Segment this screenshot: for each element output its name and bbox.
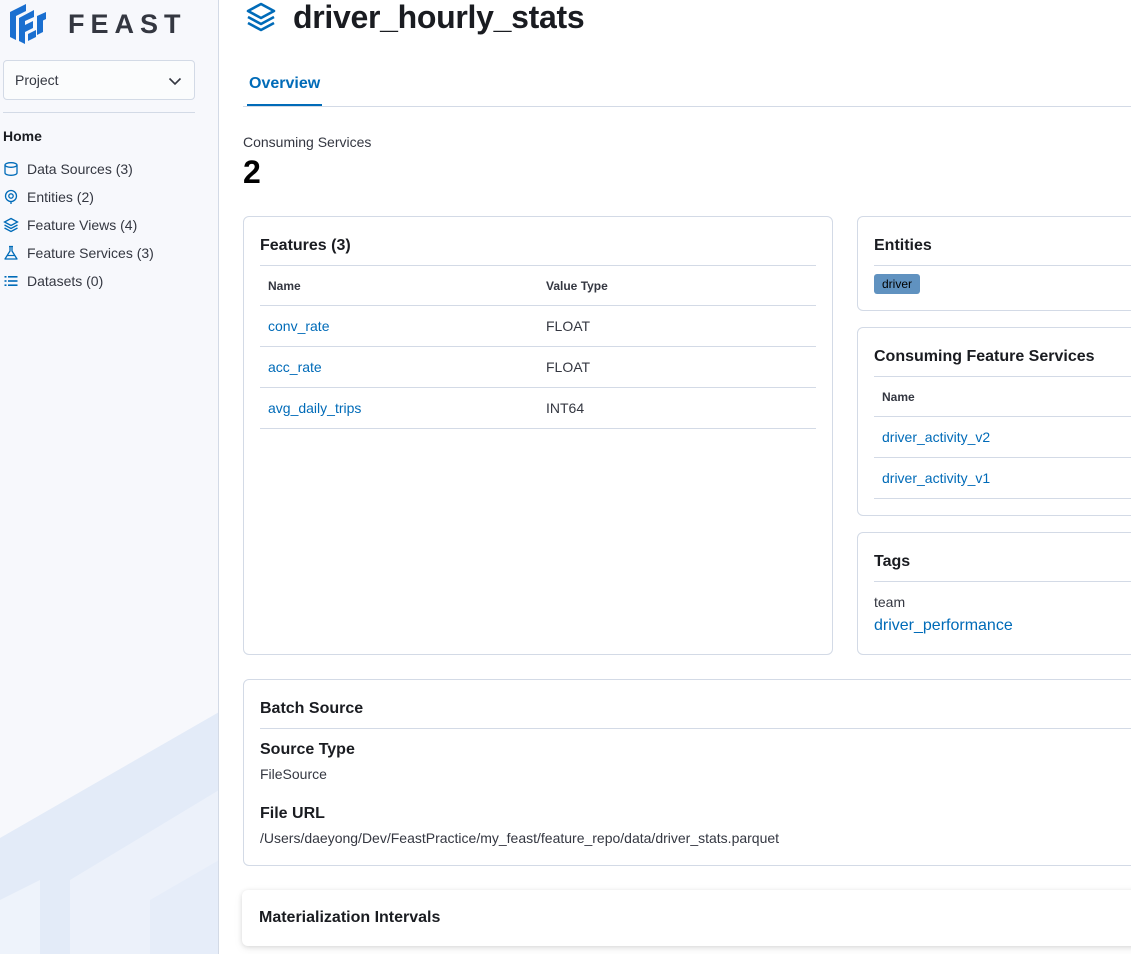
sidebar-item-data-sources[interactable]: Data Sources (3) bbox=[3, 155, 154, 183]
tags-panel: Tags team driver_performance bbox=[857, 532, 1131, 655]
consuming-feature-services-title: Consuming Feature Services bbox=[874, 348, 1095, 365]
column-header-value-type[interactable]: Value Type bbox=[538, 279, 608, 293]
sidebar-item-label: Data Sources (3) bbox=[27, 161, 133, 177]
main-content: driver_hourly_stats Overview Consuming S… bbox=[219, 0, 1131, 954]
entities-title: Entities bbox=[874, 237, 932, 254]
entity-icon bbox=[3, 189, 19, 205]
feature-link[interactable]: conv_rate bbox=[268, 318, 329, 334]
layers-icon bbox=[3, 217, 19, 233]
page-header: driver_hourly_stats bbox=[245, 0, 585, 35]
feast-logo[interactable]: FEAST bbox=[6, 2, 187, 46]
panel-divider bbox=[874, 265, 1131, 266]
panel-divider bbox=[260, 728, 1131, 729]
project-select-value: Project bbox=[15, 72, 59, 88]
sidebar-divider bbox=[3, 112, 195, 113]
tab-overview[interactable]: Overview bbox=[247, 64, 323, 106]
batch-source-panel: Batch Source Source Type FileSource File… bbox=[243, 679, 1131, 866]
feast-logo-icon bbox=[10, 4, 46, 44]
chevron-down-icon bbox=[168, 77, 182, 86]
entities-panel: Entities driver bbox=[857, 216, 1131, 311]
logo-text: FEAST bbox=[68, 8, 187, 39]
table-header: Name Value Type bbox=[260, 266, 816, 306]
sidebar-item-label: Feature Services (3) bbox=[27, 245, 154, 261]
features-title: Features (3) bbox=[260, 237, 351, 254]
project-select[interactable]: Project bbox=[3, 60, 195, 100]
nav-list: Data Sources (3) Entities (2) Feature Vi… bbox=[3, 155, 154, 295]
panel-divider bbox=[874, 581, 1131, 582]
layers-icon bbox=[246, 2, 276, 32]
column-header-name[interactable]: Name bbox=[874, 377, 1131, 417]
entity-badge[interactable]: driver bbox=[874, 274, 921, 294]
feature-link[interactable]: acc_rate bbox=[268, 359, 322, 375]
nav-home[interactable]: Home bbox=[3, 128, 42, 144]
source-type-value: FileSource bbox=[260, 766, 327, 782]
sidebar: FEAST Project Home Data Sources (3) Enti… bbox=[0, 0, 219, 954]
file-url-label: File URL bbox=[260, 805, 325, 822]
table-row: acc_rate FLOAT bbox=[260, 347, 816, 388]
feature-type: FLOAT bbox=[546, 359, 591, 375]
materialization-title: Materialization Intervals bbox=[259, 909, 441, 926]
features-panel: Features (3) Name Value Type conv_rate F… bbox=[243, 216, 833, 655]
tab-bar: Overview bbox=[243, 64, 1131, 107]
sidebar-item-entities[interactable]: Entities (2) bbox=[3, 183, 154, 211]
source-type-label: Source Type bbox=[260, 741, 355, 758]
feature-type: FLOAT bbox=[546, 318, 591, 334]
stat-label: Consuming Services bbox=[243, 134, 372, 150]
tag-key: team bbox=[874, 594, 906, 610]
feature-link[interactable]: avg_daily_trips bbox=[268, 400, 361, 416]
consuming-feature-services-panel: Consuming Feature Services Name driver_a… bbox=[857, 327, 1131, 516]
sidebar-item-label: Entities (2) bbox=[27, 189, 94, 205]
sidebar-item-feature-services[interactable]: Feature Services (3) bbox=[3, 239, 154, 267]
sidebar-item-datasets[interactable]: Datasets (0) bbox=[3, 267, 154, 295]
table-row: driver_activity_v2 bbox=[874, 417, 1131, 458]
list-icon bbox=[3, 273, 19, 289]
table-row: avg_daily_trips INT64 bbox=[260, 388, 816, 429]
sidebar-item-feature-views[interactable]: Feature Views (4) bbox=[3, 211, 154, 239]
sidebar-item-label: Datasets (0) bbox=[27, 273, 104, 289]
tags-title: Tags bbox=[874, 553, 911, 570]
flask-icon bbox=[3, 245, 19, 261]
sidebar-item-label: Feature Views (4) bbox=[27, 217, 138, 233]
table-row: conv_rate FLOAT bbox=[260, 306, 816, 347]
materialization-panel: Materialization Intervals bbox=[242, 890, 1131, 946]
page-title: driver_hourly_stats bbox=[293, 0, 585, 35]
tag-value-link[interactable]: driver_performance bbox=[874, 617, 1013, 635]
column-header-name[interactable]: Name bbox=[260, 279, 538, 293]
feature-service-link[interactable]: driver_activity_v2 bbox=[882, 429, 990, 445]
features-table: Name Value Type conv_rate FLOAT acc_rate… bbox=[260, 266, 816, 429]
batch-source-title: Batch Source bbox=[260, 700, 364, 717]
feature-type: INT64 bbox=[546, 400, 585, 416]
file-url-value: /Users/daeyong/Dev/FeastPractice/my_feas… bbox=[260, 830, 780, 846]
table-row: driver_activity_v1 bbox=[874, 458, 1131, 499]
stat-value: 2 bbox=[243, 154, 261, 190]
database-icon bbox=[3, 161, 19, 177]
feature-service-link[interactable]: driver_activity_v1 bbox=[882, 470, 990, 486]
